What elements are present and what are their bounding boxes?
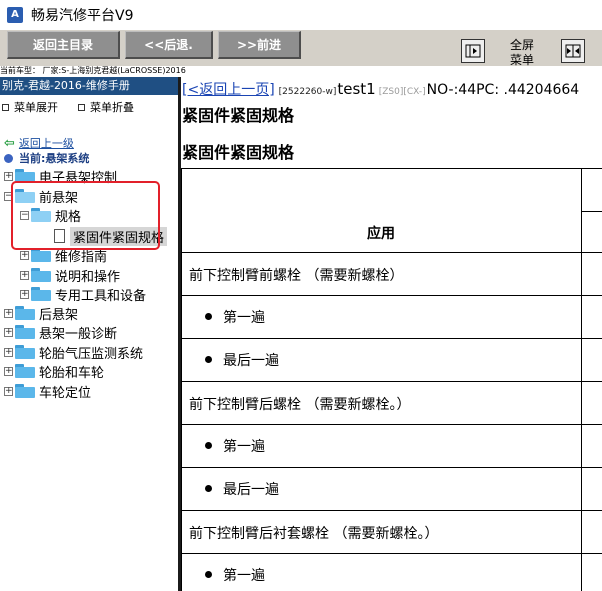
table-row: 最后一遍	[223, 482, 279, 498]
expand-toggle-icon[interactable]: +	[4, 347, 13, 357]
table-row: 前下控制臂后衬套螺栓 （需要新螺栓。）	[189, 526, 439, 542]
tree-item-label: 专用工具和设备	[55, 288, 147, 304]
toolbar: 返回主目录 <<后退. >>前进 全屏 菜单	[0, 30, 602, 68]
tree-item-rear-suspension[interactable]: + 后悬架	[4, 304, 79, 323]
tree-item-wheel-alignment[interactable]: + 车轮定位	[4, 382, 92, 401]
tree-item-suspension-diagnosis[interactable]: + 悬架一般诊断	[4, 323, 118, 342]
tree-item-tpms[interactable]: + 轮胎气压监测系统	[4, 343, 144, 362]
up-level-label: 返回上一级	[18, 137, 74, 150]
expand-toggle-icon[interactable]: +	[4, 366, 13, 376]
highlight-annotation	[11, 181, 160, 250]
tree-item-label: 后悬架	[39, 307, 79, 323]
bullet-icon	[205, 442, 212, 449]
page-title: 紧固件紧固规格	[182, 106, 295, 125]
table-border	[181, 168, 602, 169]
table-row-divider	[181, 252, 602, 253]
table-header-application: 应用	[367, 226, 395, 242]
menu-expand-collapse: 菜单展开 菜单折叠	[0, 99, 178, 115]
forward-button[interactable]: >>前进	[218, 31, 301, 59]
collapse-all-label: 菜单折叠	[90, 101, 134, 114]
table-row-divider	[181, 338, 602, 339]
bullet-icon	[205, 571, 212, 578]
vehicle-info: 当前车型： 厂家:S-上海别克君越(LaCROSSE)2016	[0, 66, 186, 75]
expand-toggle-icon[interactable]: +	[20, 289, 29, 299]
up-level-link[interactable]: ⇦ 返回上一级	[4, 135, 74, 151]
table-row-divider	[181, 295, 602, 296]
folder-icon	[31, 268, 51, 282]
collapse-sidebar-icon[interactable]	[461, 39, 485, 63]
table-row: 前下控制臂后螺栓 （需要新螺栓。）	[189, 397, 411, 413]
tree-item-label: 轮胎和车轮	[39, 365, 105, 381]
folder-icon	[15, 345, 35, 359]
folder-icon	[15, 306, 35, 320]
collapse-icon	[78, 103, 85, 111]
tree-item-label: 悬架一般诊断	[39, 326, 118, 342]
expand-all-label: 菜单展开	[14, 101, 58, 114]
fullscreen-label-line2: 菜单	[509, 53, 534, 67]
folder-icon	[15, 364, 35, 378]
expand-icon	[2, 103, 9, 111]
back-button[interactable]: <<后退.	[125, 31, 213, 59]
table-row: 第一遍	[223, 568, 265, 584]
fullscreen-icon[interactable]	[561, 39, 585, 63]
table-row: 前下控制臂前螺栓 （需要新螺栓）	[189, 268, 404, 284]
doc-code: [2522260-w]	[278, 87, 337, 97]
table-border	[581, 211, 602, 212]
document-header: [<返回上一页] [2522260-w] test1 [ZS0][CX-] NO…	[182, 79, 579, 99]
table-border	[181, 168, 182, 591]
fullscreen-label-line1: 全屏	[509, 38, 534, 52]
folder-icon	[31, 248, 51, 262]
bullet-icon	[205, 356, 212, 363]
current-location-label: 当前:悬架系统	[19, 152, 90, 165]
expand-toggle-icon[interactable]: +	[20, 250, 29, 260]
tree-item-label: 轮胎气压监测系统	[39, 346, 144, 362]
table-border	[581, 168, 582, 591]
table-row: 第一遍	[223, 439, 265, 455]
expand-toggle-icon[interactable]: +	[20, 270, 29, 280]
bullet-icon	[205, 485, 212, 492]
folder-icon	[31, 287, 51, 301]
table-row: 最后一遍	[223, 353, 279, 369]
doc-title: test1	[337, 80, 376, 98]
sidebar: 别克-君越-2016-维修手册 菜单展开 菜单折叠 ⇦ 返回上一级 当前:悬架系…	[0, 77, 178, 591]
expand-all-option[interactable]: 菜单展开	[2, 99, 58, 115]
back-page-link[interactable]: [<返回上一页]	[182, 79, 275, 99]
app-logo-icon: A	[7, 7, 23, 23]
current-location: 当前:悬架系统	[4, 150, 89, 166]
content-pane: [<返回上一页] [2522260-w] test1 [ZS0][CX-] NO…	[181, 77, 602, 591]
expand-toggle-icon[interactable]: +	[4, 308, 13, 318]
tree-item-description-operation[interactable]: + 说明和操作	[20, 266, 121, 285]
table-row-divider	[181, 381, 602, 382]
folder-icon	[15, 325, 35, 339]
collapse-all-option[interactable]: 菜单折叠	[78, 99, 134, 115]
back-arrow-icon: ⇦	[4, 135, 15, 151]
expand-toggle-icon[interactable]: +	[4, 386, 13, 396]
table-title: 紧固件紧固规格	[182, 143, 295, 162]
expand-toggle-icon[interactable]: +	[4, 171, 13, 181]
doc-ids: NO-:44PC: .44204664	[426, 82, 580, 98]
table-row-divider	[181, 424, 602, 425]
table-row: 第一遍	[223, 310, 265, 326]
expand-toggle-icon[interactable]: +	[4, 327, 13, 337]
tree-item-label: 说明和操作	[55, 269, 121, 285]
tree-item-label: 车轮定位	[39, 385, 92, 401]
tree-item-special-tools[interactable]: + 专用工具和设备	[20, 285, 147, 304]
table-row-divider	[181, 510, 602, 511]
doc-tag: [ZS0][CX-]	[378, 87, 426, 97]
sidebar-header: 别克-君越-2016-维修手册	[0, 77, 178, 95]
table-row-divider	[181, 553, 602, 554]
title-bar: A 畅易汽修平台V9	[0, 0, 602, 30]
tree-item-tires-wheels[interactable]: + 轮胎和车轮	[4, 362, 105, 381]
location-icon	[4, 153, 13, 163]
folder-icon	[15, 384, 35, 398]
bullet-icon	[205, 313, 212, 320]
table-row-divider	[181, 467, 602, 468]
home-button[interactable]: 返回主目录	[7, 31, 120, 59]
fullscreen-menu-label[interactable]: 全屏 菜单	[503, 38, 541, 68]
window-title: 畅易汽修平台V9	[31, 8, 134, 24]
